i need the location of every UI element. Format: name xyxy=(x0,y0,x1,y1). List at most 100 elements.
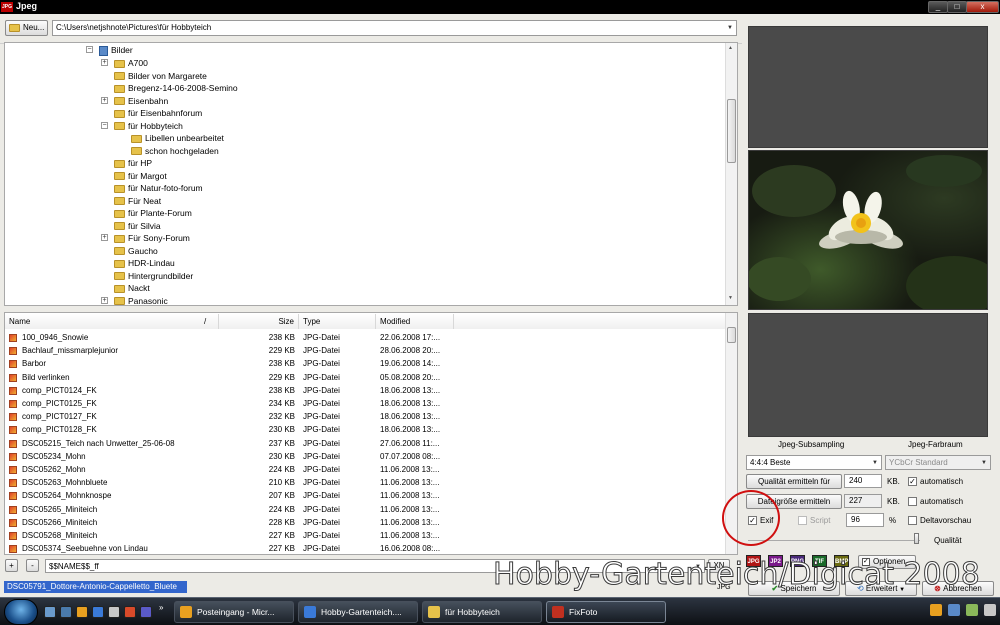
tree-item[interactable]: für Plante-Forum xyxy=(114,207,192,219)
tree-item[interactable]: Panasonic xyxy=(114,295,168,305)
list-item[interactable]: DSC05264_Mohnknospe 207 KB JPG-Datei 11.06.… xyxy=(5,489,725,502)
column-header-name[interactable]: Name / xyxy=(5,314,219,329)
column-header-size[interactable]: Size xyxy=(219,314,299,329)
tray-icon-2[interactable] xyxy=(948,604,960,616)
script-checkbox[interactable] xyxy=(798,516,807,525)
tree-root[interactable]: Bilder xyxy=(99,44,133,56)
jpg-file-icon xyxy=(9,334,17,342)
tree-item[interactable]: Nackt xyxy=(114,282,150,294)
taskbar-item[interactable]: für Hobbyteich xyxy=(422,601,542,623)
tree-item[interactable]: HDR-Lindau xyxy=(114,257,175,269)
tray-icon-1[interactable] xyxy=(930,604,942,616)
tree-scroll-thumb[interactable] xyxy=(727,99,736,163)
quality-slider-thumb[interactable] xyxy=(914,533,919,544)
tree-item[interactable]: Gaucho xyxy=(114,245,158,257)
outlook-icon[interactable] xyxy=(76,606,88,618)
path-combobox[interactable]: C:\Users\netjshnote\Pictures\für Hobbyte… xyxy=(52,20,737,36)
tree-item[interactable]: für Eisenbahnforum xyxy=(114,107,202,119)
selected-filename[interactable]: DSC05791_Dottore-Antonio-Cappelletto_Blu… xyxy=(4,581,187,593)
tree-item[interactable]: Bilder von Margarete xyxy=(114,70,207,82)
list-item[interactable]: DSC05234_Mohn 230 KB JPG-Datei 07.07.2008 0… xyxy=(5,450,725,463)
tree-item-label: Gaucho xyxy=(128,245,158,256)
list-scroll-thumb[interactable] xyxy=(727,327,736,343)
farbraum-select[interactable]: YCbCr Standard ▼ xyxy=(885,455,991,470)
auto-quality-checkbox[interactable]: ✓ xyxy=(908,477,917,486)
tree-expander[interactable]: + xyxy=(101,96,108,104)
file-size: 238 KB xyxy=(268,359,295,369)
minimize-button[interactable]: _ xyxy=(928,1,948,13)
subsampling-select[interactable]: 4:4:4 Beste ▼ xyxy=(746,455,882,470)
scroll-down-icon[interactable]: ▼ xyxy=(728,295,733,301)
show-desktop-icon[interactable] xyxy=(44,606,56,618)
tree-item[interactable]: Eisenbahn xyxy=(114,95,168,107)
chevron-down-icon[interactable]: ▼ xyxy=(872,456,878,469)
app-quicklaunch-icon[interactable] xyxy=(124,606,136,618)
column-header-type[interactable]: Type xyxy=(299,314,376,329)
tree-expander[interactable]: + xyxy=(101,296,108,304)
tray-icon-4[interactable] xyxy=(984,604,996,616)
tree-item[interactable]: für Margot xyxy=(114,170,167,182)
explorer-icon[interactable] xyxy=(108,606,120,618)
collapse-toggle[interactable]: − xyxy=(86,46,93,53)
file-type: JPG-Datei xyxy=(303,491,340,501)
tree-item[interactable]: A700 xyxy=(114,57,148,69)
tree-item[interactable]: Hintergrundbilder xyxy=(114,270,193,282)
app-quicklaunch-icon-2[interactable] xyxy=(140,606,152,618)
list-item[interactable]: DSC05215_Teich nach Unwetter_25-06-08 237… xyxy=(5,437,725,450)
taskbar-item[interactable]: FixFoto xyxy=(546,601,666,623)
list-item[interactable]: DSC05266_Miniteich 228 KB JPG-Datei 11.06.2… xyxy=(5,516,725,529)
scroll-up-icon[interactable]: ▲ xyxy=(728,45,733,51)
tree-expander[interactable]: − xyxy=(101,121,108,129)
tree-item[interactable]: schon hochgeladen xyxy=(131,145,219,157)
tree-expander[interactable]: + xyxy=(101,59,108,66)
tray-icon-3[interactable] xyxy=(966,604,978,616)
list-item[interactable]: comp_PICT0127_FK 232 KB JPG-Datei 18.06.200… xyxy=(5,410,725,423)
quality-percent-input[interactable]: 96 xyxy=(846,513,884,527)
remove-button[interactable]: - xyxy=(26,559,39,572)
quality-determine-button[interactable]: Qualität ermitteln für xyxy=(746,474,842,489)
tree-item-label: A700 xyxy=(128,58,148,68)
add-button[interactable]: + xyxy=(5,559,18,572)
quality-kb-input[interactable]: 240 xyxy=(844,474,882,488)
list-item[interactable]: comp_PICT0125_FK 234 KB JPG-Datei 18.06.200… xyxy=(5,397,725,410)
deltavorschau-checkbox[interactable] xyxy=(908,516,917,525)
list-item[interactable]: Bild verlinken 229 KB JPG-Datei 05.08.2008 … xyxy=(5,371,725,384)
tree-scrollbar[interactable]: ▲ ▼ xyxy=(725,43,737,305)
list-item[interactable]: DSC05265_Miniteich 224 KB JPG-Datei 11.06.2… xyxy=(5,503,725,516)
list-item[interactable]: Bachlauf_missmarplejunior 229 KB JPG-Datei… xyxy=(5,344,725,357)
quality-slider-track[interactable] xyxy=(748,540,920,541)
start-button[interactable] xyxy=(4,599,38,625)
tree-item[interactable]: für Silvia xyxy=(114,220,161,232)
tree-item[interactable]: für Natur-foto-forum xyxy=(114,182,203,194)
close-button[interactable]: x xyxy=(966,1,999,13)
filesize-kb-input[interactable]: 227 xyxy=(844,494,882,508)
list-item[interactable]: DSC05262_Mohn 224 KB JPG-Datei 11.06.2008 1… xyxy=(5,463,725,476)
list-item[interactable]: comp_PICT0128_FK 230 KB JPG-Datei 18.06.200… xyxy=(5,423,725,436)
folder-tree[interactable]: − Bilder + A700 Bilder von Margarete Bregen… xyxy=(4,42,738,306)
taskbar-item[interactable]: Posteingang - Micr... xyxy=(174,601,294,623)
auto-filesize-checkbox[interactable] xyxy=(908,497,917,506)
tree-item[interactable]: für Hobbyteich xyxy=(114,120,183,132)
switch-windows-icon[interactable] xyxy=(60,606,72,618)
list-item[interactable]: 100_0946_Snowie 238 KB JPG-Datei 22.06.2008… xyxy=(5,331,725,344)
column-header-filler xyxy=(454,314,725,329)
tree-expander[interactable]: + xyxy=(101,234,108,241)
tree-item[interactable]: für HP xyxy=(114,157,152,169)
tree-item[interactable]: Für Sony-Forum xyxy=(114,232,190,244)
internet-explorer-icon[interactable] xyxy=(92,606,104,618)
file-list[interactable]: Name / Size Type Modified 100_0946_Snowie… xyxy=(4,312,738,555)
tree-item[interactable]: Libellen unbearbeitet xyxy=(131,132,224,144)
list-item[interactable]: DSC05263_Mohnbluete 210 KB JPG-Datei 11.06.… xyxy=(5,476,725,489)
tree-item[interactable]: Bregenz-14-06-2008-Semino xyxy=(114,82,238,94)
quicklaunch-overflow-icon[interactable]: » xyxy=(159,603,163,612)
tree-item[interactable]: Für Neat xyxy=(114,195,161,207)
chevron-down-icon[interactable]: ▼ xyxy=(727,21,733,35)
list-item[interactable]: DSC05268_Miniteich 227 KB JPG-Datei 11.06.2… xyxy=(5,529,725,542)
list-item[interactable]: Barbor 238 KB JPG-Datei 19.06.2008 14:... xyxy=(5,357,725,370)
new-button[interactable]: Neu... xyxy=(5,20,48,36)
maximize-button[interactable]: □ xyxy=(947,1,967,13)
column-header-modified[interactable]: Modified xyxy=(376,314,454,329)
taskbar-item[interactable]: Hobby-Gartenteich.... xyxy=(298,601,418,623)
list-item[interactable]: DSC05374_Seebuehne von Lindau 227 KB JPG-D… xyxy=(5,542,725,554)
list-item[interactable]: comp_PICT0124_FK 238 KB JPG-Datei 18.06.200… xyxy=(5,384,725,397)
